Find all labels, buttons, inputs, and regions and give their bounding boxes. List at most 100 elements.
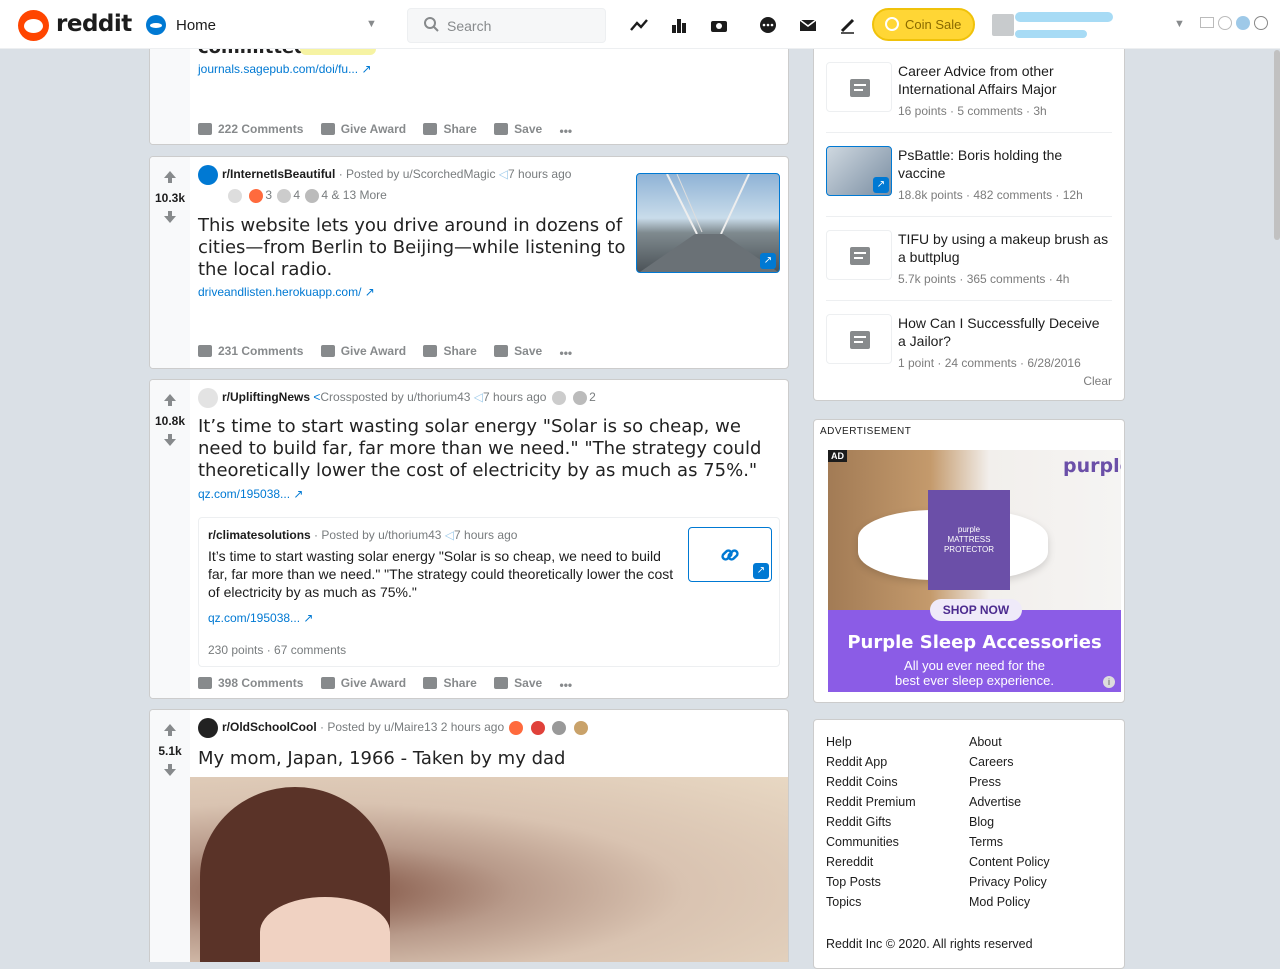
share-button[interactable]: Share xyxy=(423,344,477,358)
post-card[interactable]: 10.8k r/UpliftingNews <Crossposted by u/… xyxy=(149,379,789,699)
footer-link-rereddit[interactable]: Rereddit xyxy=(826,855,873,869)
comments-button[interactable]: 398 Comments xyxy=(198,676,303,690)
subreddit-icon[interactable] xyxy=(198,165,218,185)
mail-icon[interactable] xyxy=(798,15,818,35)
chevron-down-icon[interactable]: ▼ xyxy=(366,18,377,30)
post-title[interactable]: It’s time to start wasting solar energy … xyxy=(198,416,773,482)
post-thumbnail[interactable]: ↗ xyxy=(636,173,780,273)
comments-button[interactable]: 222 Comments xyxy=(198,122,303,136)
footer-link-advertise[interactable]: Advertise xyxy=(969,795,1021,809)
clear-recent-button[interactable]: Clear xyxy=(1083,374,1112,388)
subreddit-link[interactable]: r/UpliftingNews xyxy=(222,390,310,404)
shop-now-button[interactable]: SHOP NOW xyxy=(930,599,1022,621)
post-title[interactable]: This website lets you drive around in do… xyxy=(198,215,628,281)
search-input[interactable]: Search xyxy=(447,18,491,34)
user-avatar[interactable] xyxy=(992,14,1014,36)
upvote-icon[interactable] xyxy=(163,723,177,737)
recent-post-item[interactable]: Career Advice from other International A… xyxy=(826,49,1112,133)
extension-settings-icon[interactable] xyxy=(1236,16,1250,30)
posted-by[interactable]: · Posted by u/ScorchedMagic xyxy=(339,167,496,181)
crosspost-thumbnail[interactable]: ↗ xyxy=(688,527,772,582)
post-card[interactable]: 5.1k r/OldSchoolCool · Posted by u/Maire… xyxy=(149,709,789,962)
post-link-text[interactable]: qz.com/195038... xyxy=(198,487,290,501)
give-award-button[interactable]: Give Award xyxy=(320,676,406,690)
footer-link-terms[interactable]: Terms xyxy=(969,835,1003,849)
post-title[interactable]: My mom, Japan, 1966 - Taken by my dad xyxy=(198,748,565,770)
footer-link-press[interactable]: Press xyxy=(969,775,1001,789)
footer-link-blog[interactable]: Blog xyxy=(969,815,994,829)
footer-link-help[interactable]: Help xyxy=(826,735,852,749)
recent-post-item[interactable]: TIFU by using a makeup brush as a buttpl… xyxy=(826,217,1112,301)
footer-link-content-policy[interactable]: Content Policy xyxy=(969,855,1050,869)
recent-post-item[interactable]: ↗ PsBattle: Boris holding the vaccine 18… xyxy=(826,133,1112,217)
footer-link-communities[interactable]: Communities xyxy=(826,835,899,849)
recent-post-title[interactable]: How Can I Successfully Deceive a Jailor? xyxy=(898,314,1108,350)
more-options-button[interactable]: ••• xyxy=(560,124,573,138)
user-menu-chevron-icon[interactable]: ▼ xyxy=(1174,18,1185,30)
extension-mail-icon[interactable] xyxy=(1200,17,1214,28)
comments-button[interactable]: 231 Comments xyxy=(198,344,303,358)
save-button[interactable]: Save xyxy=(494,676,542,690)
footer-link-reddit-gifts[interactable]: Reddit Gifts xyxy=(826,815,891,829)
ad-info-icon[interactable]: i xyxy=(1103,676,1115,688)
footer-link-privacy-policy[interactable]: Privacy Policy xyxy=(969,875,1047,889)
subreddit-icon[interactable] xyxy=(198,388,218,408)
subreddit-link[interactable]: r/InternetIsBeautiful xyxy=(222,167,335,181)
downvote-icon[interactable] xyxy=(163,210,177,224)
recent-post-item[interactable]: How Can I Successfully Deceive a Jailor?… xyxy=(826,301,1112,383)
upvote-icon[interactable] xyxy=(163,170,177,184)
rpan-icon[interactable] xyxy=(709,15,729,35)
share-button[interactable]: Share xyxy=(423,676,477,690)
post-card[interactable]: committed. journals.sagepub.com/doi/fu..… xyxy=(149,49,789,145)
post-time[interactable]: 7 hours ago xyxy=(483,390,546,404)
awards-row[interactable]: 3 4 4 & 13 More xyxy=(226,188,387,203)
crosspost-time[interactable]: 7 hours ago xyxy=(454,528,517,542)
footer-link-topics[interactable]: Topics xyxy=(826,895,861,909)
post-card[interactable]: 10.3k r/InternetIsBeautiful · Posted by … xyxy=(149,156,789,369)
save-button[interactable]: Save xyxy=(494,344,542,358)
footer-link-reddit-app[interactable]: Reddit App xyxy=(826,755,887,769)
subreddit-link[interactable]: r/OldSchoolCool xyxy=(222,720,317,734)
reddit-wordmark[interactable]: reddit xyxy=(56,11,132,37)
chat-icon[interactable] xyxy=(758,15,778,35)
footer-link-top-posts[interactable]: Top Posts xyxy=(826,875,881,889)
post-link-text[interactable]: driveandlisten.herokuapp.com/ xyxy=(198,285,361,299)
post-link-text[interactable]: journals.sagepub.com/doi/fu... xyxy=(198,62,358,76)
upvote-icon[interactable] xyxy=(163,393,177,407)
give-award-button[interactable]: Give Award xyxy=(320,344,406,358)
more-awards[interactable]: & 13 More xyxy=(331,188,386,202)
recent-post-title[interactable]: TIFU by using a makeup brush as a buttpl… xyxy=(898,230,1112,266)
crosspost-card[interactable]: r/climatesolutions · Posted by u/thorium… xyxy=(198,517,780,667)
more-options-button[interactable]: ••• xyxy=(560,346,573,360)
crosspost-subreddit[interactable]: r/climatesolutions xyxy=(208,528,311,542)
extension-gear-icon[interactable] xyxy=(1218,16,1232,30)
share-button[interactable]: Share xyxy=(423,122,477,136)
more-options-button[interactable]: ••• xyxy=(560,678,573,692)
stats-icon[interactable] xyxy=(669,15,689,35)
footer-link-about[interactable]: About xyxy=(969,735,1002,749)
post-time[interactable]: 7 hours ago xyxy=(508,167,571,181)
posted-by[interactable]: · Posted by u/Maire13 2 hours ago xyxy=(320,720,504,734)
crosspost-link[interactable]: qz.com/195038... ↗ xyxy=(208,611,313,625)
footer-link-reddit-coins[interactable]: Reddit Coins xyxy=(826,775,898,789)
crosspost-title[interactable]: It’s time to start wasting solar energy … xyxy=(208,547,678,601)
footer-link-careers[interactable]: Careers xyxy=(969,755,1013,769)
recent-post-title[interactable]: Career Advice from other International A… xyxy=(898,62,1078,98)
downvote-icon[interactable] xyxy=(163,433,177,447)
post-title[interactable]: committed. xyxy=(198,49,314,59)
scroll-top-icon[interactable] xyxy=(1254,16,1268,30)
subreddit-icon[interactable] xyxy=(198,718,218,738)
footer-link-mod-policy[interactable]: Mod Policy xyxy=(969,895,1030,909)
redacted-username[interactable] xyxy=(1015,12,1113,22)
recent-post-title[interactable]: PsBattle: Boris holding the vaccine xyxy=(898,146,1098,182)
crosspost-link-text[interactable]: qz.com/195038... xyxy=(208,611,300,625)
save-button[interactable]: Save xyxy=(494,122,542,136)
crosspost-author[interactable]: · Posted by u/thorium43 xyxy=(314,528,441,542)
footer-link-reddit-premium[interactable]: Reddit Premium xyxy=(826,795,916,809)
page-scrollbar[interactable] xyxy=(1274,50,1280,240)
ad-banner[interactable]: purpleMATTRESSPROTECTOR purple AD SHOP N… xyxy=(828,450,1121,692)
give-award-button[interactable]: Give Award xyxy=(320,122,406,136)
downvote-icon[interactable] xyxy=(163,763,177,777)
create-post-icon[interactable] xyxy=(838,15,858,35)
post-link[interactable]: qz.com/195038... ↗ xyxy=(198,487,303,501)
